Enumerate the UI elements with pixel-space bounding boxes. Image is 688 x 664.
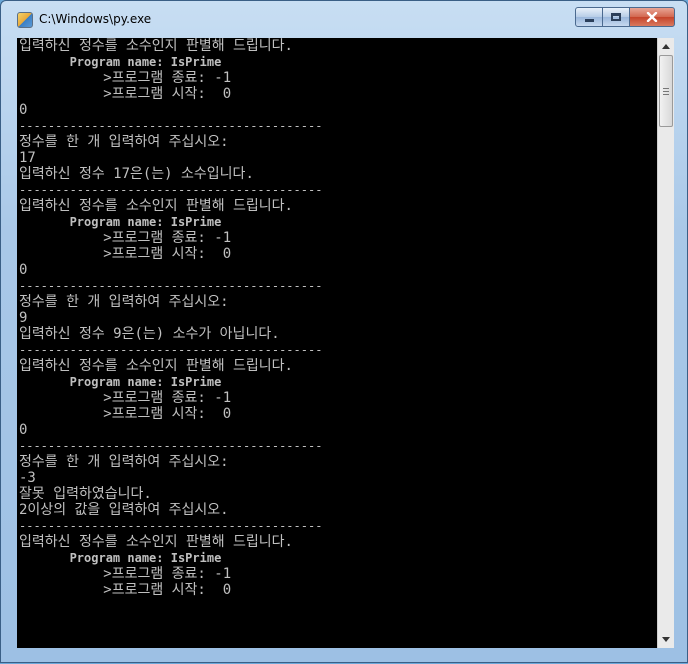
console-line: 0 xyxy=(19,262,28,278)
console-line: >프로그램 종료: -1 xyxy=(19,390,232,406)
console-line: -3 xyxy=(19,470,36,486)
console-line: 정수를 한 개 입력하여 주십시오: xyxy=(19,294,229,310)
console-line: 입력하신 정수를 소수인지 판별해 드립니다. xyxy=(19,534,293,550)
console-separator-line: ----------------------------------------… xyxy=(19,119,323,133)
console-line: >프로그램 시작: 0 xyxy=(19,86,232,102)
console-line: >프로그램 시작: 0 xyxy=(19,406,232,422)
thumb-grip xyxy=(663,88,669,89)
console-line: Program name: IsPrime xyxy=(19,551,222,565)
python-app-icon xyxy=(17,12,33,28)
thumb-grip xyxy=(663,94,669,95)
close-icon xyxy=(646,12,658,22)
console-output[interactable]: 입력하신 정수를 소수인지 판별해 드립니다. Program name: Is… xyxy=(17,38,657,648)
minimize-icon xyxy=(584,18,594,22)
console-separator-line: ----------------------------------------… xyxy=(19,279,323,293)
console-line: >프로그램 종료: -1 xyxy=(19,566,232,582)
console-separator-line: ----------------------------------------… xyxy=(19,439,323,453)
console-line: 9 xyxy=(19,310,28,326)
scroll-up-button[interactable] xyxy=(658,38,674,55)
console-separator-line: ----------------------------------------… xyxy=(19,183,323,197)
thumb-grip xyxy=(663,91,669,92)
console-line: 17 xyxy=(19,150,36,166)
minimize-button[interactable] xyxy=(575,7,603,27)
vertical-scrollbar[interactable] xyxy=(657,38,674,648)
console-separator-line: ----------------------------------------… xyxy=(19,343,323,357)
console-line: 입력하신 정수를 소수인지 판별해 드립니다. xyxy=(19,38,293,54)
console-line: 2이상의 값을 입력하여 주십시오. xyxy=(19,502,229,518)
maximize-button[interactable] xyxy=(602,7,630,27)
console-line: Program name: IsPrime xyxy=(19,375,222,389)
console-line: 0 xyxy=(19,102,28,118)
console-line: 입력하신 정수를 소수인지 판별해 드립니다. xyxy=(19,358,293,374)
console-window: C:\Windows\py.exe 입력하신 정수를 소수인지 판별해 드립니다… xyxy=(0,0,688,663)
title-bar[interactable]: C:\Windows\py.exe xyxy=(1,1,687,33)
console-lines: 입력하신 정수를 소수인지 판별해 드립니다. Program name: Is… xyxy=(19,38,322,598)
console-line: 입력하신 정수 9은(는) 소수가 아닙니다. xyxy=(19,326,280,342)
arrow-down-icon xyxy=(662,637,670,642)
console-line: >프로그램 종료: -1 xyxy=(19,70,232,86)
console-line: 입력하신 정수를 소수인지 판별해 드립니다. xyxy=(19,198,293,214)
console-line: 입력하신 정수 17은(는) 소수입니다. xyxy=(19,166,254,182)
console-line: 정수를 한 개 입력하여 주십시오: xyxy=(19,454,229,470)
console-line: >프로그램 시작: 0 xyxy=(19,582,232,598)
console-line: >프로그램 시작: 0 xyxy=(19,246,232,262)
window-bottom-border xyxy=(1,648,687,664)
console-line: 0 xyxy=(19,422,28,438)
maximize-icon xyxy=(611,13,621,21)
close-button[interactable] xyxy=(629,7,675,27)
arrow-up-icon xyxy=(662,44,670,49)
console-line: 정수를 한 개 입력하여 주십시오: xyxy=(19,134,229,150)
console-line: Program name: IsPrime xyxy=(19,55,222,69)
console-line: Program name: IsPrime xyxy=(19,215,222,229)
console-line: >프로그램 종료: -1 xyxy=(19,230,232,246)
window-title: C:\Windows\py.exe xyxy=(39,12,152,26)
console-separator-line: ----------------------------------------… xyxy=(19,519,323,533)
console-line: 잘못 입력하였습니다. xyxy=(19,486,152,502)
scroll-down-button[interactable] xyxy=(658,631,674,648)
scrollbar-thumb[interactable] xyxy=(659,55,673,127)
